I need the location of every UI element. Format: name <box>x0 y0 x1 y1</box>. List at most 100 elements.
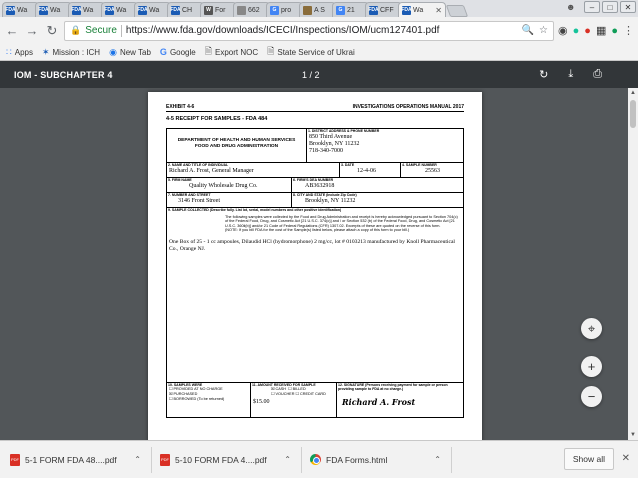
download-item[interactable]: PDF 5-1 FORM FDA 48....pdf ⌃ <box>4 446 152 473</box>
rotate-icon[interactable]: ↻ <box>539 68 548 81</box>
sample-description: One Box of 25 - 1 cc ampoules, Dilaudid … <box>169 238 455 252</box>
tab-favicon-icon <box>303 5 312 15</box>
option-label: VOUCHER <box>275 392 295 397</box>
sample-number: 25563 <box>425 167 440 174</box>
scroll-up-arrow-icon[interactable]: ▲ <box>630 90 636 96</box>
tab-favicon-icon <box>237 5 246 15</box>
legal-statement: The following samples were collected by … <box>167 213 463 235</box>
bookmark-apps[interactable]: ∷ Apps <box>6 47 33 58</box>
page-icon: 🗎 <box>267 46 275 56</box>
print-icon[interactable]: ⎙ <box>593 68 602 81</box>
scrollbar-thumb[interactable] <box>630 100 636 128</box>
minimize-button[interactable]: – <box>584 1 600 13</box>
tab-favicon-icon: FDA <box>104 5 115 15</box>
fit-page-button[interactable]: ⌖ <box>581 318 602 339</box>
bookmark-label: New Tab <box>119 47 151 57</box>
browser-tab[interactable]: FDA CH <box>167 2 204 17</box>
bookmark-export-noc[interactable]: 🗎 Export NOC <box>205 44 258 60</box>
star-icon: ✶ <box>41 46 50 57</box>
dept-line: FOOD AND DRUG ADMINISTRATION <box>194 143 279 149</box>
shield-extension-icon[interactable]: ◉ <box>558 24 568 37</box>
field-label: 12. SIGNATURE (Persons receiving payment… <box>338 382 448 392</box>
zoom-in-button[interactable]: + <box>581 356 602 377</box>
bookmark-new-tab[interactable]: ◉ New Tab <box>109 47 151 58</box>
browser-tab[interactable]: G 21 <box>332 2 369 17</box>
pdf-toolbar: IOM - SUBCHAPTER 4 1 / 2 ↻ ⤓ ⎙ <box>0 61 638 88</box>
exhibit-label: EXHIBIT 4-6 <box>166 104 195 110</box>
forward-button[interactable]: → <box>24 23 40 39</box>
user-profile-icon[interactable]: ☻ <box>566 2 578 13</box>
download-item[interactable]: FDA Forms.html ⌃ <box>304 446 452 473</box>
amount-value: $15.00 <box>253 399 270 406</box>
tab-favicon-icon: FDA <box>5 5 16 15</box>
download-item[interactable]: PDF 5-10 FORM FDA 4....pdf ⌃ <box>154 446 302 473</box>
active-browser-tab[interactable]: FDA Wa ✕ <box>398 2 446 17</box>
close-window-button[interactable]: ✕ <box>620 1 636 13</box>
close-tab-icon[interactable]: ✕ <box>435 6 442 15</box>
browser-tab[interactable]: FDA Wa <box>35 2 72 17</box>
zoom-icon[interactable]: 🔍 <box>522 25 534 36</box>
download-filename: 5-1 FORM FDA 48....pdf <box>25 454 117 465</box>
pdf-viewer[interactable]: EXHIBIT 4-6 INVESTIGATIONS OPERATIONS MA… <box>0 88 628 440</box>
browser-tab[interactable]: A S <box>299 2 336 17</box>
download-icon[interactable]: ⤓ <box>568 68 573 81</box>
browser-tab[interactable]: FDA Wa <box>2 2 39 17</box>
tab-favicon-icon: W <box>204 5 213 15</box>
tab-title: 21 <box>347 6 355 14</box>
menu-icon[interactable]: ⋮ <box>623 24 634 37</box>
address-bar[interactable]: 🔒 Secure https://www.fda.gov/downloads/I… <box>64 20 555 41</box>
grammarly-extension-icon[interactable]: ● <box>573 25 580 37</box>
browser-tab[interactable]: Gpro <box>266 2 303 17</box>
new-tab-button[interactable] <box>445 5 469 17</box>
browser-tab[interactable]: W For <box>200 2 237 17</box>
tab-title: Wa <box>83 6 94 14</box>
browser-tab[interactable]: FDA CFF <box>365 2 402 17</box>
bookmark-google[interactable]: G Google <box>160 47 196 57</box>
form-heading: 4-5 RECEIPT FOR SAMPLES - FDA 484 <box>166 116 268 122</box>
browser-tab[interactable]: FDA Wa <box>101 2 138 17</box>
bookmark-label: Apps <box>14 47 33 57</box>
google-icon: G <box>159 47 167 57</box>
tab-strip: FDA Wa FDA Wa FDA Wa FDA Wa FDA Wa FDA CH W For 662 Gpr… <box>0 0 638 17</box>
browser-tab[interactable]: FDA Wa <box>134 2 171 17</box>
scroll-down-arrow-icon[interactable]: ▼ <box>630 432 636 438</box>
url-text[interactable]: https://www.fda.gov/downloads/ICECI/Insp… <box>126 25 518 36</box>
tab-favicon-icon: FDA <box>368 5 379 15</box>
statement-text: The following samples were collected by … <box>225 214 458 228</box>
show-all-button[interactable]: Show all <box>563 448 614 470</box>
apps-grid-icon: ∷ <box>6 46 12 57</box>
pdf-file-icon: PDF <box>160 453 170 466</box>
chevron-up-icon[interactable]: ⌃ <box>134 455 141 464</box>
street-address: 3146 Front Street <box>178 197 220 204</box>
red-extension-icon[interactable]: ● <box>584 25 591 37</box>
close-download-bar-icon[interactable]: ✕ <box>622 453 630 464</box>
minus-icon: − <box>587 389 596 404</box>
tab-favicon-icon: FDA <box>170 5 181 15</box>
download-filename: 5-10 FORM FDA 4....pdf <box>175 454 267 465</box>
page-indicator[interactable]: 1 / 2 <box>302 70 320 80</box>
download-filename: FDA Forms.html <box>326 454 388 465</box>
zoom-out-button[interactable]: − <box>581 386 602 407</box>
bookmark-mission-ich[interactable]: ✶ Mission : ICH <box>42 47 100 58</box>
chevron-up-icon[interactable]: ⌃ <box>434 455 441 464</box>
signature: Richard A. Frost <box>342 396 416 407</box>
chevron-up-icon[interactable]: ⌃ <box>284 455 291 464</box>
tab-title: For <box>215 6 226 14</box>
bookmark-star-icon[interactable]: ☆ <box>539 25 548 36</box>
vertical-scrollbar[interactable]: ▲ ▼ <box>628 88 638 440</box>
firm-name: Quality Wholesale Drug Co. <box>189 182 258 189</box>
bookmark-state-service[interactable]: 🗎 State Service of Ukrai <box>267 44 355 60</box>
browser-tab[interactable]: 662 <box>233 2 270 17</box>
browser-tab[interactable]: FDA Wa <box>68 2 105 17</box>
back-button[interactable]: ← <box>4 23 20 39</box>
reload-button[interactable]: ↻ <box>44 23 60 39</box>
divider <box>120 24 122 37</box>
maximize-button[interactable]: □ <box>602 1 618 13</box>
extensions-area: ◉ ● ● ▦ ● ⋮ <box>558 24 634 38</box>
pdf-page: EXHIBIT 4-6 INVESTIGATIONS OPERATIONS MA… <box>148 92 482 440</box>
tab-favicon-icon: FDA <box>137 5 148 15</box>
lock-icon: 🔒 <box>70 25 82 35</box>
tab-favicon-icon: G <box>336 5 345 15</box>
green-extension-icon[interactable]: ● <box>611 25 618 37</box>
qr-extension-icon[interactable]: ▦ <box>596 24 606 37</box>
